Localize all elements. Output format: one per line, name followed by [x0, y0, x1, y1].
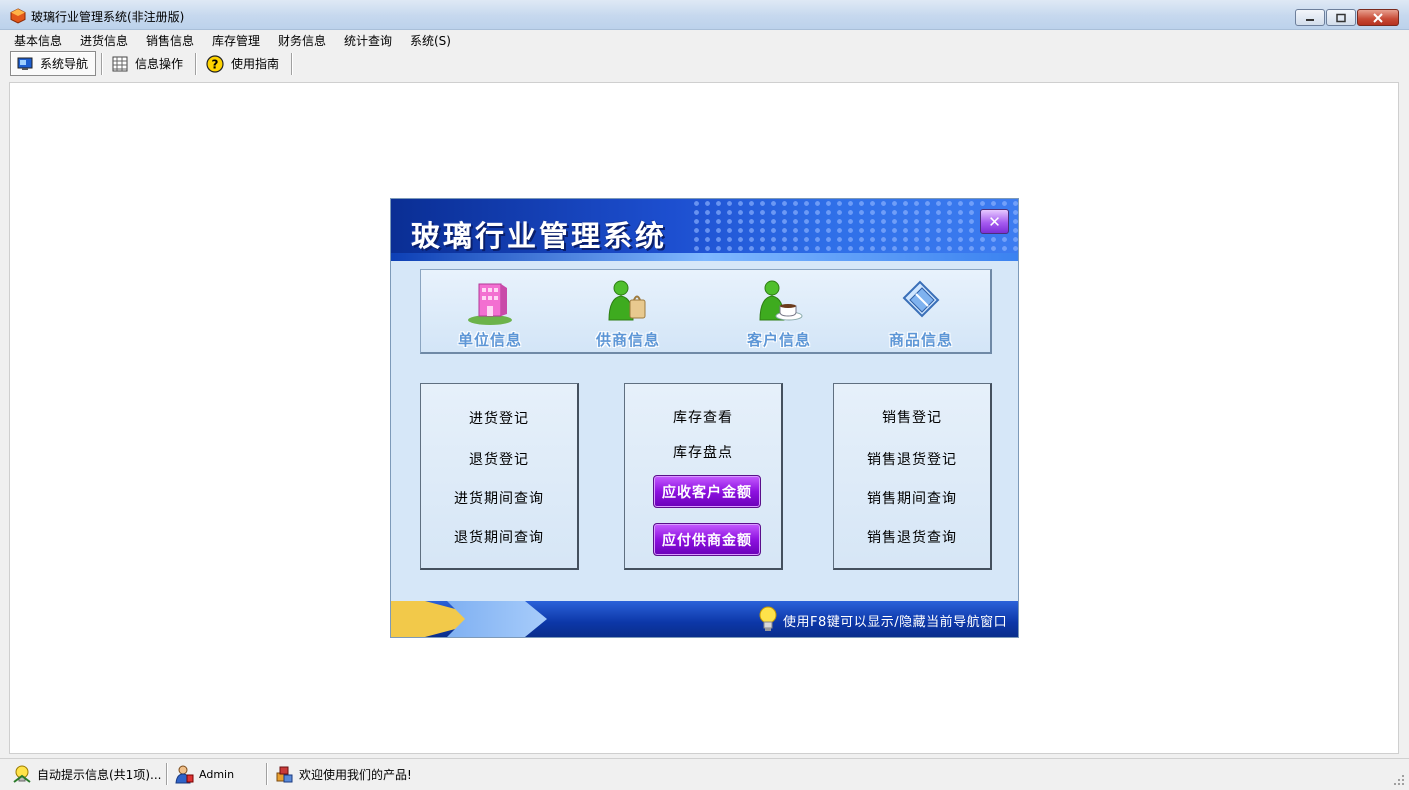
company-info-label: 单位信息	[457, 331, 522, 349]
customer-info-label: 客户信息	[746, 331, 811, 349]
user-icon	[175, 765, 194, 784]
nav-hint-text: 使用F8键可以显示/隐藏当前导航窗口	[783, 615, 1008, 630]
customer-info-button[interactable]: 客户信息	[724, 274, 834, 352]
monitor-icon	[17, 57, 33, 70]
menu-bar: 基本信息 进货信息 销售信息 库存管理 财务信息 统计查询 系统(S)	[0, 30, 1409, 50]
toolbar-separator	[195, 53, 197, 75]
quick-icon-bar: 单位信息 供商信息 客户信息 商品信息	[420, 269, 992, 354]
return-period-query-link[interactable]: 退货期间查询	[421, 527, 577, 547]
close-icon	[1373, 12, 1383, 23]
goods-info-label: 商品信息	[888, 331, 953, 349]
status-user-panel: Admin	[174, 762, 234, 786]
close-icon: ✕	[988, 212, 1001, 231]
receivable-button[interactable]: 应收客户金额	[653, 475, 761, 508]
menu-sales-info[interactable]: 销售信息	[146, 32, 194, 49]
grid-icon	[112, 56, 128, 71]
status-info-panel[interactable]: 自动提示信息(共1项)...	[12, 762, 161, 786]
info-ops-label: 信息操作	[135, 57, 184, 71]
lightbulb-icon	[759, 606, 777, 631]
menu-inventory[interactable]: 库存管理	[212, 32, 260, 49]
menu-purchase-info[interactable]: 进货信息	[80, 32, 128, 49]
menu-basic-info[interactable]: 基本信息	[14, 32, 62, 49]
sales-panel: 销售登记 销售退货登记 销售期间查询 销售退货查询	[833, 383, 992, 570]
building-icon	[468, 283, 512, 325]
user-guide-label: 使用指南	[231, 57, 280, 71]
status-separator	[266, 763, 268, 785]
user-guide-button[interactable]: ? 使用指南	[200, 51, 285, 76]
status-info-text: 自动提示信息(共1项)...	[37, 767, 162, 782]
maximize-button[interactable]	[1326, 9, 1356, 26]
inventory-panel: 库存查看 库存盘点 应收客户金额 应付供商金额	[624, 383, 783, 570]
nav-close-button[interactable]: ✕	[980, 209, 1009, 234]
customer-icon	[759, 280, 803, 321]
close-button[interactable]	[1357, 9, 1399, 26]
app-icon	[10, 8, 26, 24]
status-welcome-text: 欢迎使用我们的产品!	[299, 767, 412, 782]
svg-text:?: ?	[212, 57, 219, 71]
menu-finance[interactable]: 财务信息	[278, 32, 326, 49]
nav-header: 玻璃行业管理系统 ✕	[391, 199, 1018, 261]
purchase-register-link[interactable]: 进货登记	[421, 408, 577, 428]
title-bar: 玻璃行业管理系统(非注册版)	[0, 0, 1409, 30]
purchase-panel: 进货登记 退货登记 进货期间查询 退货期间查询	[420, 383, 579, 570]
help-icon: ?	[206, 54, 224, 73]
resize-grip-icon[interactable]	[1393, 774, 1405, 786]
toolbar-separator	[101, 53, 103, 75]
toolbar-separator	[291, 53, 293, 75]
return-register-link[interactable]: 退货登记	[421, 449, 577, 469]
system-nav-button[interactable]: 系统导航	[10, 51, 96, 76]
menu-system[interactable]: 系统(S)	[410, 32, 451, 49]
goods-info-button[interactable]: 商品信息	[866, 274, 976, 352]
boxes-icon	[276, 766, 293, 783]
sales-register-link[interactable]: 销售登记	[834, 407, 990, 427]
sales-period-query-link[interactable]: 销售期间查询	[834, 488, 990, 508]
sales-return-register-link[interactable]: 销售退货登记	[834, 449, 990, 469]
supplier-info-label: 供商信息	[595, 331, 660, 349]
purchase-period-query-link[interactable]: 进货期间查询	[421, 488, 577, 508]
stock-view-link[interactable]: 库存查看	[625, 407, 781, 427]
sales-return-query-link[interactable]: 销售退货查询	[834, 527, 990, 547]
info-ops-button[interactable]: 信息操作	[106, 51, 189, 76]
payable-button[interactable]: 应付供商金额	[653, 523, 761, 556]
window-title: 玻璃行业管理系统(非注册版)	[31, 10, 185, 24]
minimize-button[interactable]	[1295, 9, 1325, 26]
status-separator	[166, 763, 168, 785]
status-username: Admin	[199, 767, 235, 781]
nav-footer: 使用F8键可以显示/隐藏当前导航窗口	[391, 601, 1018, 637]
menu-statistics[interactable]: 统计查询	[344, 32, 392, 49]
goods-icon	[902, 280, 940, 318]
status-bar: 自动提示信息(共1项)... Admin 欢迎使用我们的产品!	[0, 758, 1409, 790]
supplier-icon	[608, 280, 646, 321]
minimize-icon	[1306, 18, 1314, 21]
stock-check-link[interactable]: 库存盘点	[625, 442, 781, 462]
navigation-window: 玻璃行业管理系统 ✕ 单位信息 供商信息 客户信息 商品信息 进货登记 退货登记…	[390, 198, 1019, 638]
toolbar: 系统导航 信息操作 ? 使用指南	[0, 50, 1409, 78]
restore-icon	[1336, 13, 1346, 22]
lightbulb-icon	[13, 765, 31, 783]
system-nav-label: 系统导航	[40, 57, 89, 71]
status-welcome-panel: 欢迎使用我们的产品!	[274, 762, 412, 786]
nav-title: 玻璃行业管理系统	[411, 219, 668, 253]
company-info-button[interactable]: 单位信息	[435, 274, 545, 352]
supplier-info-button[interactable]: 供商信息	[573, 274, 683, 352]
